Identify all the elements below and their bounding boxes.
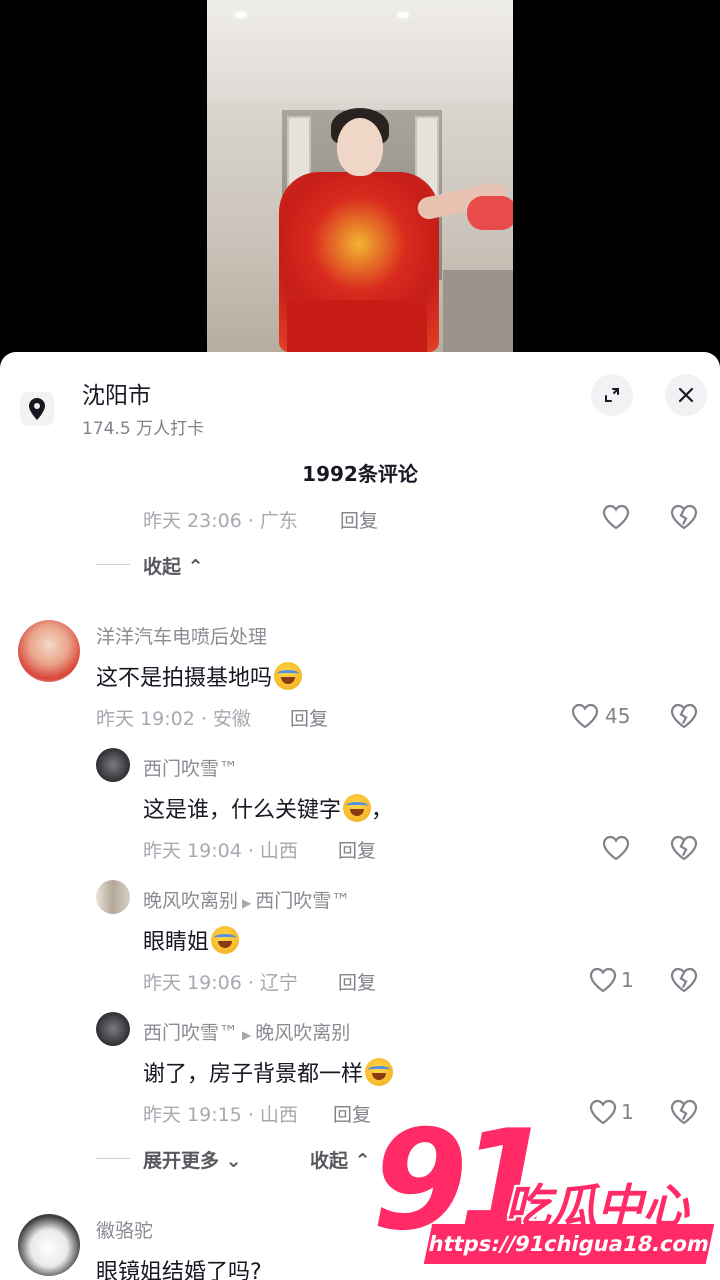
reply-text: 谢了，房子背景都一样 [143,1056,394,1088]
broken-heart-icon[interactable] [670,835,698,861]
person-skirt [287,300,427,352]
reply-meta: 昨天 19:06 · 辽宁 [143,972,298,994]
helper-sleeve [467,196,513,230]
broken-heart-icon[interactable] [670,703,698,729]
reply-author[interactable]: 西门吹雪™ [143,1022,238,1044]
close-button[interactable] [665,374,707,416]
heart-icon[interactable] [589,1099,617,1125]
reply-button[interactable]: 回复 [340,506,378,533]
reply-arrow-icon: ▶ [242,896,252,910]
comment-meta: 昨天 19:02 · 安徽 [96,708,251,730]
reply-text: 眼睛姐 [143,924,240,956]
laugh-cry-emoji-icon [365,1058,394,1086]
reply-text-content: 眼睛姐 [143,930,210,955]
heart-icon[interactable] [571,703,599,729]
video-player[interactable] [0,0,720,352]
avatar[interactable] [96,748,130,782]
chevron-up-icon: ⌃ [354,1150,371,1172]
laugh-cry-emoji-icon [274,662,303,690]
location-pin-icon[interactable] [20,392,54,426]
reply-text-tail: ， [371,798,394,823]
laugh-cry-emoji-icon [343,794,372,822]
reply-text-content: 谢了，房子背景都一样 [143,1062,364,1087]
reply-button[interactable]: 回复 [338,968,376,995]
collapse-label: 收起 [310,1150,349,1172]
expand-more-button[interactable]: 展开更多 ⌄ [143,1146,242,1173]
chevron-up-icon: ⌃ [187,556,204,578]
comment-author[interactable]: 徽骆驼 [96,1216,153,1243]
avatar[interactable] [96,1012,130,1046]
comment-text-content: 这不是拍摄基地吗 [96,666,273,691]
collapse-button[interactable]: 收起 ⌃ [310,1146,371,1173]
reply-text: 这是谁，什么关键字 ， [143,792,393,824]
person-head [337,118,383,176]
ceiling-light [235,12,247,18]
reply-author[interactable]: 晚风吹离别 [143,890,238,912]
watermark-url: https://91chigua18.com [423,1224,715,1264]
reply-author-line: 西门吹雪™ ▶ 晚风吹离别 [143,1018,350,1045]
avatar[interactable] [18,1214,80,1276]
reply-author[interactable]: 西门吹雪™ [143,754,238,781]
close-icon [678,387,694,403]
avatar[interactable] [96,880,130,914]
location-name[interactable]: 沈阳市 [82,376,151,410]
ceiling-light [397,12,409,18]
reply-button[interactable]: 回复 [333,1100,371,1127]
video-frame[interactable] [207,0,513,352]
comment-text: 这不是拍摄基地吗 [96,660,303,692]
reply-text-content: 这是谁，什么关键字 [143,798,342,823]
broken-heart-icon[interactable] [670,967,698,993]
comment-text: 眼镜姐结婚了吗? [96,1260,262,1280]
heart-icon[interactable] [602,835,630,861]
vanity-counter [443,270,513,352]
expand-more-label: 展开更多 [143,1150,220,1172]
comment-author[interactable]: 洋洋汽车电喷后处理 [96,622,267,649]
laugh-cry-emoji-icon [211,926,240,954]
reply-meta: 昨天 19:15 · 山西 [143,1104,298,1126]
ceiling [207,0,513,100]
like-count: 1 [621,1100,634,1124]
collapse-label: 收起 [143,556,182,578]
broken-heart-icon[interactable] [670,1099,698,1125]
chevron-down-icon: ⌄ [225,1150,242,1172]
heart-icon[interactable] [589,967,617,993]
reply-to-user[interactable]: 晚风吹离别 [255,1022,350,1044]
like-count: 1 [621,968,634,992]
comment-meta: 昨天 23:06 · 广东 [143,510,298,532]
heart-icon[interactable] [602,504,630,530]
location-checkins: 174.5 万人打卡 [82,419,205,439]
like-count: 45 [605,704,631,728]
collapse-button[interactable]: 收起 ⌃ [143,552,204,579]
comments-count-title: 1992条评论 [302,462,418,486]
broken-heart-icon[interactable] [670,504,698,530]
reply-to-user[interactable]: 西门吹雪™ [255,890,350,912]
divider [96,1158,130,1159]
reply-meta: 昨天 19:04 · 山西 [143,840,298,862]
expand-button[interactable] [591,374,633,416]
reply-arrow-icon: ▶ [242,1028,252,1042]
avatar[interactable] [18,620,80,682]
reply-button[interactable]: 回复 [290,704,328,731]
reply-author-line: 晚风吹离别 ▶ 西门吹雪™ [143,886,350,913]
reply-button[interactable]: 回复 [338,836,376,863]
divider [96,564,130,565]
expand-icon [605,388,619,402]
